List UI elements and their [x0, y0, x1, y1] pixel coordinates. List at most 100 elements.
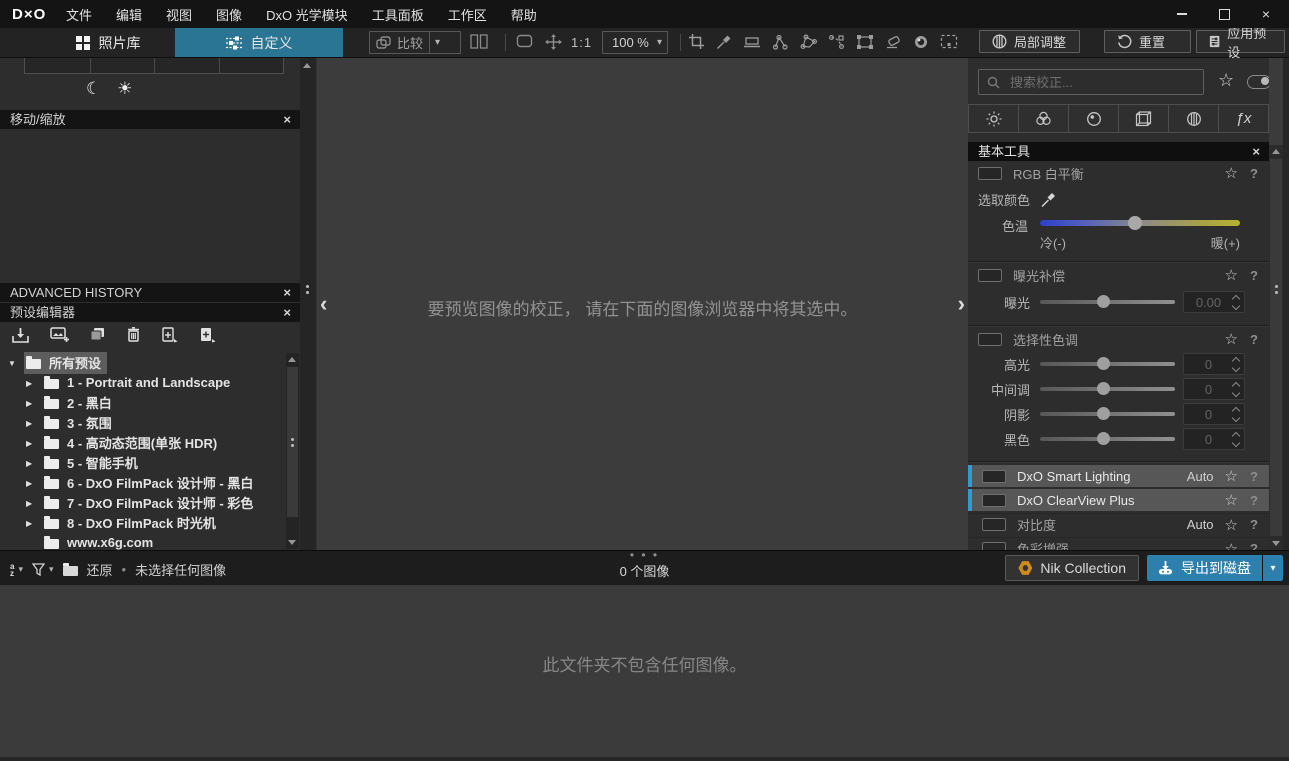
export-preset-icon[interactable] — [161, 326, 178, 348]
create-preset-from-image-icon[interactable] — [50, 327, 69, 347]
tone-value-input[interactable]: 0 — [1183, 428, 1245, 450]
preset-folder[interactable]: 所有预设 — [24, 352, 108, 374]
close-icon[interactable]: × — [283, 283, 291, 302]
expand-arrow-icon[interactable]: ▶ — [26, 379, 42, 388]
close-icon[interactable]: × — [283, 303, 291, 322]
favorites-filter-icon[interactable]: ☆ — [1218, 70, 1234, 91]
eyedropper-icon[interactable] — [716, 34, 732, 50]
scrollbar-thumb[interactable] — [1270, 159, 1282, 536]
expand-arrow-icon[interactable]: ▶ — [26, 439, 42, 448]
preset-folder[interactable]: 8 - DxO FilmPack 时光机 — [42, 512, 222, 534]
spin-down-icon[interactable] — [1231, 301, 1241, 310]
split-view-icon[interactable] — [470, 34, 488, 54]
slider-handle[interactable] — [1097, 432, 1111, 445]
shadow-clipping-icon[interactable]: ☾ — [86, 79, 101, 99]
temperature-slider[interactable] — [1040, 214, 1240, 232]
favorite-star-icon[interactable]: ☆ — [1225, 467, 1238, 485]
exposure-value-input[interactable]: 0.00 — [1183, 291, 1245, 313]
help-icon[interactable]: ? — [1249, 166, 1259, 181]
menu-item-5[interactable]: 工具面板 — [372, 5, 424, 24]
preset-tree-item[interactable]: ▶ 2 - 黑白 — [0, 393, 284, 413]
scroll-up-icon[interactable] — [1272, 149, 1280, 154]
preset-tree-item[interactable]: ▶ 3 - 氛围 — [0, 413, 284, 433]
category-light-tab[interactable] — [968, 104, 1019, 133]
eraser-icon[interactable] — [885, 34, 902, 49]
scrollbar-thumb[interactable] — [287, 367, 298, 517]
menu-item-3[interactable]: 图像 — [216, 5, 242, 24]
tone-slider[interactable] — [1040, 432, 1175, 446]
minimize-button[interactable] — [1175, 7, 1189, 21]
menu-item-4[interactable]: DxO 光学模块 — [266, 5, 348, 24]
right-panel-scrollbar[interactable] — [1269, 145, 1283, 550]
slider-handle[interactable] — [1097, 357, 1111, 370]
preset-folder[interactable]: 5 - 智能手机 — [42, 452, 144, 474]
scroll-up-icon[interactable] — [303, 63, 311, 68]
tone-value-input[interactable]: 0 — [1183, 353, 1245, 375]
selection-icon[interactable] — [940, 34, 958, 49]
collapse-arrow-icon[interactable]: ▼ — [8, 359, 24, 368]
export-to-disk-button[interactable]: 导出到磁盘 ▾ — [1147, 555, 1283, 581]
category-fx-tab[interactable]: ƒx — [1219, 104, 1269, 133]
preset-tree-item[interactable]: ▶ 7 - DxO FilmPack 设计师 - 彩色 — [0, 493, 284, 513]
menu-item-0[interactable]: 文件 — [66, 5, 92, 24]
smart-lighting-section-header[interactable]: DxO Smart Lighting Auto ☆ ? — [968, 465, 1269, 487]
expand-arrow-icon[interactable]: ▶ — [26, 419, 42, 428]
smart-lighting-checkbox[interactable] — [982, 469, 1006, 483]
preset-tree-item[interactable]: ▶ 4 - 高动态范围(单张 HDR) — [0, 433, 284, 453]
expand-arrow-icon[interactable]: ▶ — [26, 499, 42, 508]
search-input[interactable] — [1008, 73, 1195, 91]
preset-tree-item[interactable]: ▶ 6 - DxO FilmPack 设计师 - 黑白 — [0, 473, 284, 493]
preset-folder[interactable]: 6 - DxO FilmPack 设计师 - 黑白 — [42, 472, 259, 494]
value-spinner[interactable] — [1231, 294, 1241, 310]
category-detail-tab[interactable] — [1069, 104, 1119, 133]
menu-item-6[interactable]: 工作区 — [448, 5, 487, 24]
close-icon[interactable]: × — [1252, 142, 1260, 161]
delete-preset-icon[interactable] — [127, 327, 140, 347]
compare-button[interactable]: 比较 ▾ — [369, 31, 461, 54]
tone-slider[interactable] — [1040, 382, 1175, 396]
clearview-section-header[interactable]: DxO ClearView Plus ☆ ? — [968, 489, 1269, 511]
tone-slider[interactable] — [1040, 407, 1175, 421]
color-picker-icon[interactable] — [1040, 191, 1057, 208]
control-polygon-icon[interactable] — [800, 34, 817, 50]
value-spinner[interactable] — [1231, 431, 1241, 447]
tab-photo-library[interactable]: 照片库 — [42, 28, 174, 57]
preset-folder[interactable]: 7 - DxO FilmPack 设计师 - 彩色 — [42, 492, 259, 514]
favorite-star-icon[interactable]: ☆ — [1225, 330, 1238, 348]
slider-handle[interactable] — [1097, 382, 1111, 395]
compare-caret-icon[interactable]: ▾ — [430, 37, 445, 48]
control-line-icon[interactable] — [828, 34, 845, 50]
zoom-1to1-button[interactable]: 1:1 — [571, 35, 592, 50]
value-spinner[interactable] — [1231, 356, 1241, 372]
close-icon[interactable]: × — [283, 110, 291, 129]
spin-down-icon[interactable] — [1231, 388, 1241, 397]
preset-tree-item[interactable]: ▶ 1 - Portrait and Landscape — [0, 373, 284, 393]
reset-button[interactable]: 重置 — [1104, 30, 1191, 53]
help-icon[interactable]: ? — [1249, 268, 1259, 283]
preset-tree-item[interactable]: ▼ 所有预设 — [0, 352, 284, 374]
maximize-button[interactable] — [1217, 7, 1231, 21]
help-icon[interactable]: ? — [1249, 517, 1259, 532]
red-eye-icon[interactable] — [913, 34, 929, 50]
preset-tree-item[interactable]: ▶ 8 - DxO FilmPack 时光机 — [0, 513, 284, 533]
category-local-adjustments-tab[interactable] — [1169, 104, 1219, 133]
highlight-clipping-icon[interactable]: ☀ — [117, 79, 132, 99]
help-icon[interactable]: ? — [1249, 332, 1259, 347]
preset-folder[interactable]: 1 - Portrait and Landscape — [42, 374, 236, 392]
tone-value-input[interactable]: 0 — [1183, 403, 1245, 425]
slider-handle[interactable] — [1097, 295, 1111, 308]
contrast-section-header[interactable]: 对比度 Auto ☆ ? — [968, 513, 1269, 535]
local-adjustments-button[interactable]: 局部调整 — [979, 30, 1080, 53]
preset-tree-scrollbar[interactable] — [286, 353, 299, 549]
import-preset-icon[interactable] — [12, 327, 29, 348]
menu-item-2[interactable]: 视图 — [166, 5, 192, 24]
horizon-icon[interactable] — [743, 34, 761, 49]
scroll-down-icon[interactable] — [1272, 541, 1280, 546]
category-geometry-tab[interactable] — [1119, 104, 1169, 133]
exposure-checkbox[interactable] — [978, 268, 1002, 282]
apply-preset-button[interactable]: 应用预设 — [1196, 26, 1285, 60]
preset-folder[interactable]: 4 - 高动态范围(单张 HDR) — [42, 432, 223, 454]
help-icon[interactable]: ? — [1249, 469, 1259, 484]
value-spinner[interactable] — [1231, 406, 1241, 422]
collapse-right-panel-icon[interactable]: › — [958, 293, 965, 315]
